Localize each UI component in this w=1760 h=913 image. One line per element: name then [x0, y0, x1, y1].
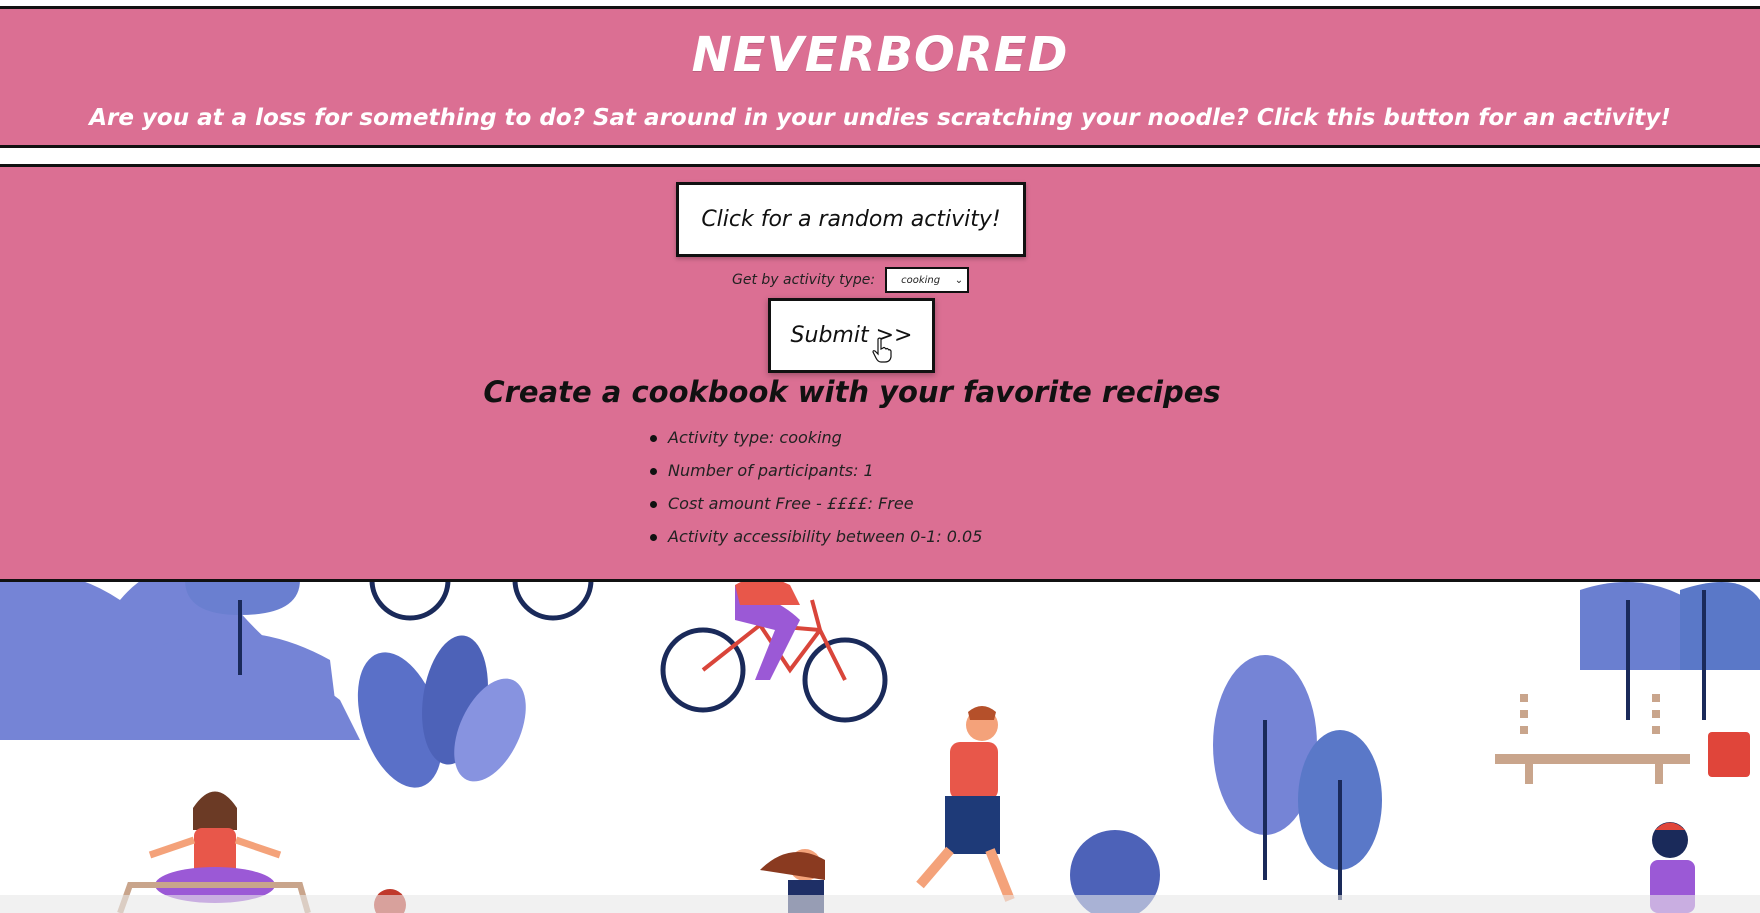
list-item: Activity accessibility between 0-1: 0.05: [649, 526, 982, 559]
activity-type-select[interactable]: cooking ⌄: [885, 267, 970, 293]
header-banner: NEVERBORED Are you at a loss for somethi…: [0, 6, 1760, 148]
activity-type-row: Get by activity type: cooking ⌄: [732, 266, 970, 294]
activity-type-label: Get by activity type:: [732, 272, 876, 288]
activity-type-selected-value: cooking: [901, 274, 941, 286]
list-item: Number of participants: 1: [649, 460, 982, 493]
hand-pointer-icon: [872, 337, 892, 363]
list-item: Activity type: cooking: [649, 427, 982, 460]
list-item: Cost amount Free - ££££: Free: [649, 493, 982, 526]
submit-button[interactable]: Submit >>: [768, 298, 935, 373]
activity-panel: Click for a random activity! Get by acti…: [0, 164, 1760, 582]
activity-details-list: Activity type: cooking Number of partici…: [649, 427, 982, 559]
tagline: Are you at a loss for something to do? S…: [89, 105, 1671, 131]
random-activity-button[interactable]: Click for a random activity!: [676, 182, 1026, 257]
site-title: NEVERBORED: [691, 27, 1069, 83]
activity-title: Create a cookbook with your favorite rec…: [483, 375, 1221, 409]
chevron-down-icon: ⌄: [954, 274, 964, 286]
